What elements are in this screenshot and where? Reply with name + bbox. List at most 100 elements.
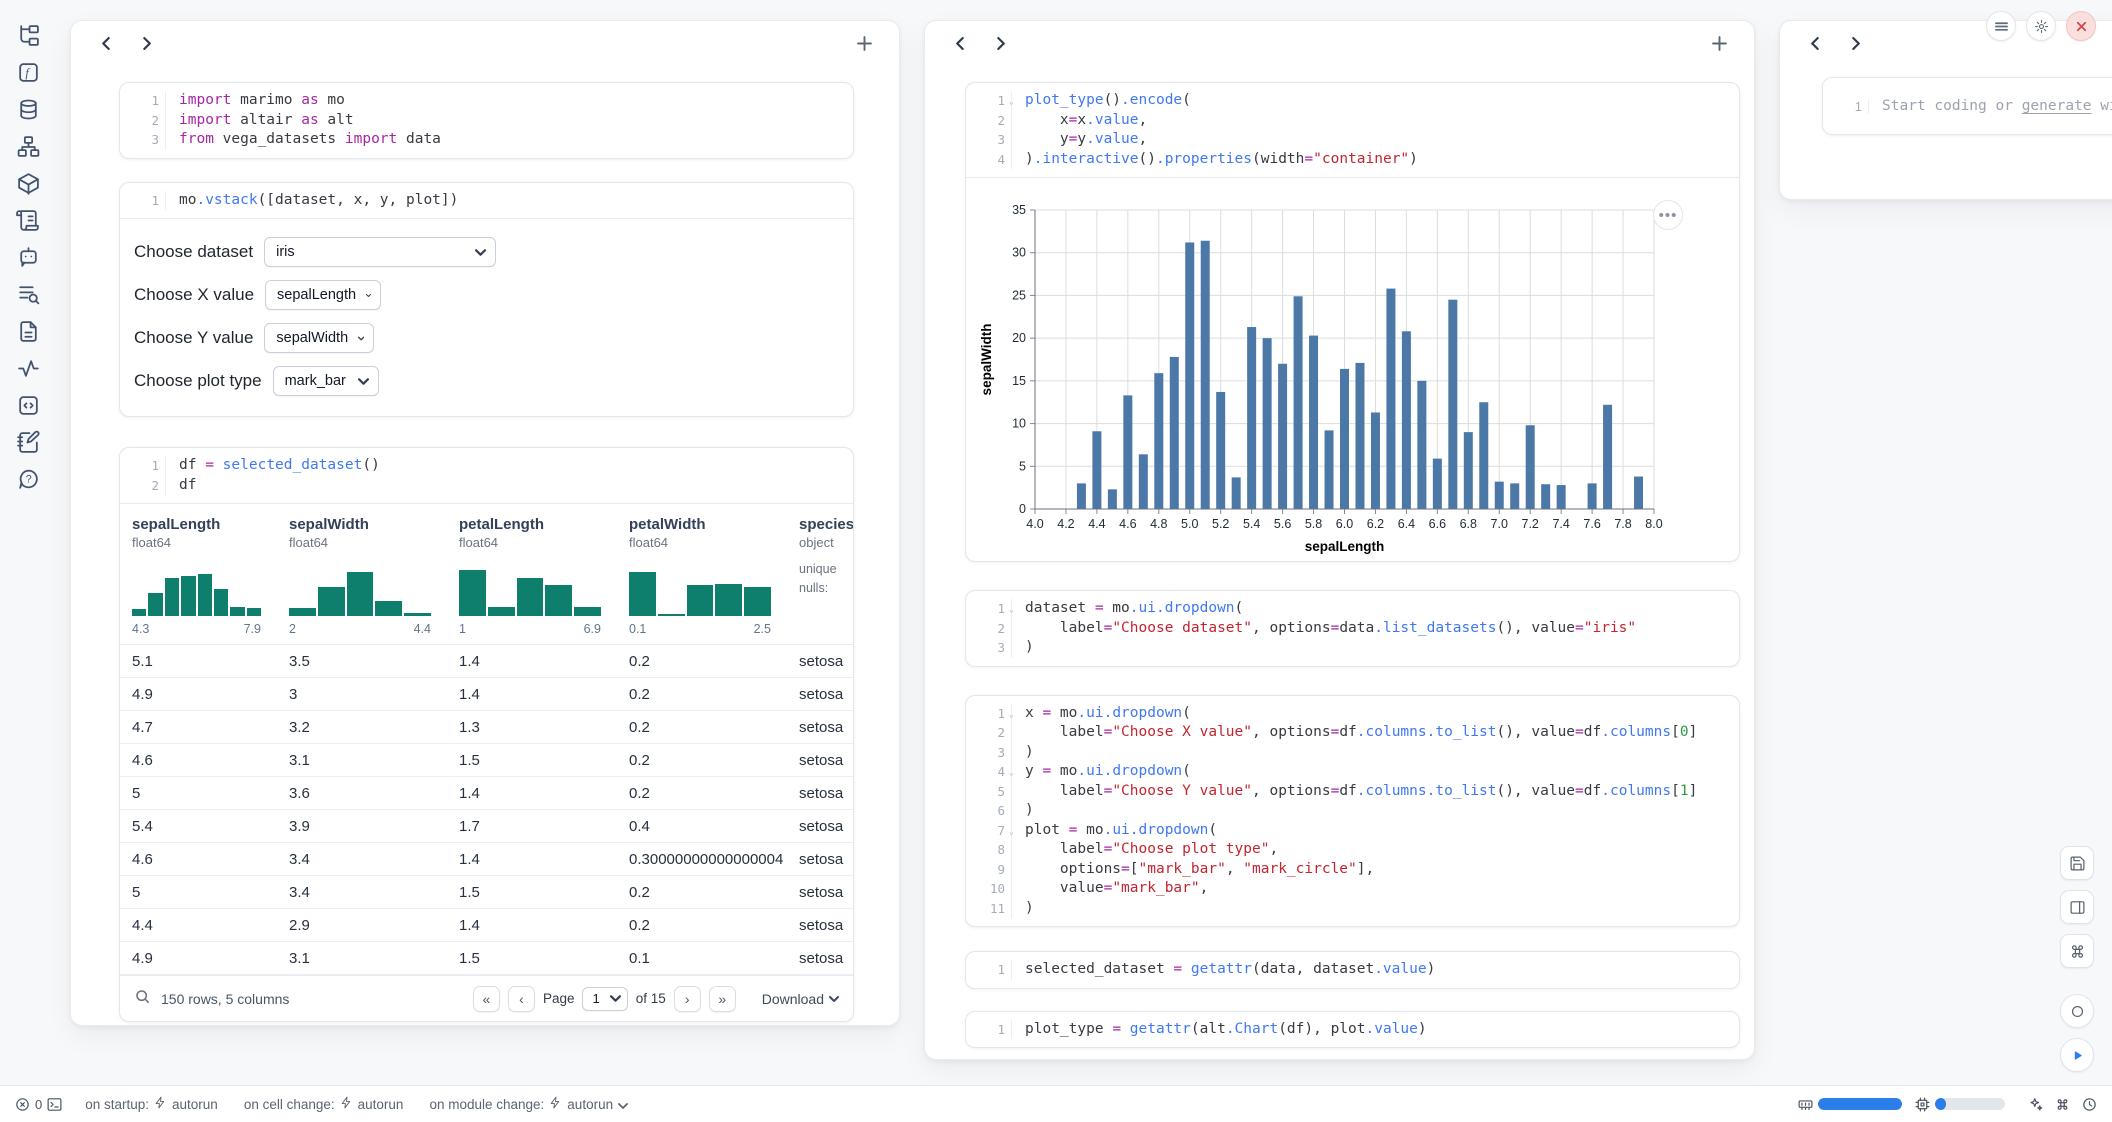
svg-text:4.8: 4.8 bbox=[1150, 517, 1167, 531]
add-column-button[interactable] bbox=[1704, 28, 1734, 58]
svg-text:7.4: 7.4 bbox=[1552, 517, 1569, 531]
table-column-header[interactable]: petalLengthfloat6416.9 bbox=[447, 504, 617, 644]
save-button[interactable] bbox=[2060, 846, 2094, 880]
table-row[interactable]: 53.41.50.2setosa bbox=[120, 876, 854, 909]
table-row[interactable]: 4.93.11.50.1setosa bbox=[120, 942, 854, 975]
dropdown-select[interactable]: sepalLength bbox=[265, 280, 381, 310]
logs-button[interactable] bbox=[11, 207, 45, 233]
tracing-button[interactable] bbox=[11, 355, 45, 381]
runtime-setting[interactable]: on startup:autorun bbox=[85, 1096, 218, 1112]
page-select[interactable]: 1 bbox=[582, 987, 627, 1011]
search-icon[interactable] bbox=[134, 988, 151, 1010]
column-next-button[interactable] bbox=[131, 28, 161, 58]
snippets-button[interactable] bbox=[11, 392, 45, 418]
column-type: object bbox=[799, 535, 854, 550]
cell-plot[interactable]: 1⌄plot_type().encode(2 x=x.value,3 y=y.v… bbox=[965, 82, 1740, 562]
prev-page-button[interactable]: ‹ bbox=[508, 986, 535, 1012]
page-of-label: of 15 bbox=[636, 991, 666, 1006]
notebook-menu-button[interactable] bbox=[1986, 11, 2016, 41]
table-column-header[interactable]: sepalWidthfloat6424.4 bbox=[277, 504, 447, 644]
table-cell: 1.4 bbox=[447, 686, 617, 703]
cell-dataset-dropdown[interactable]: 1⌄dataset = mo.ui.dropdown(2 label="Choo… bbox=[965, 590, 1740, 667]
cpu-usage-bar[interactable] bbox=[1935, 1098, 2005, 1110]
column-prev-button[interactable] bbox=[1800, 28, 1830, 58]
table-row[interactable]: 4.73.21.30.2setosa bbox=[120, 711, 854, 744]
dependency-graph-button[interactable] bbox=[11, 133, 45, 159]
column-histogram bbox=[132, 564, 261, 616]
ai-chat-button[interactable] bbox=[11, 244, 45, 270]
list-search-icon bbox=[16, 282, 41, 307]
first-page-button[interactable]: « bbox=[473, 986, 500, 1012]
shortcuts-button[interactable] bbox=[2054, 1096, 2071, 1113]
new-cell-editor[interactable]: 1 Start coding or generate with AI. bbox=[1822, 77, 2112, 135]
dropdown-select[interactable]: iris bbox=[264, 237, 496, 267]
column-next-button[interactable] bbox=[985, 28, 1015, 58]
help-button[interactable]: ? bbox=[11, 466, 45, 492]
last-page-button[interactable]: » bbox=[709, 986, 736, 1012]
cell-imports[interactable]: 1import marimo as mo2import altair as al… bbox=[119, 82, 854, 159]
table-cell: 0.4 bbox=[617, 818, 787, 835]
code-line: 3) bbox=[966, 743, 1739, 763]
cell-plot-type[interactable]: 1plot_type = getattr(alt.Chart(df), plot… bbox=[965, 1011, 1740, 1049]
cell-vstack[interactable]: 1mo.vstack([dataset, x, y, plot]) Choose… bbox=[119, 182, 854, 418]
svg-text:4.2: 4.2 bbox=[1057, 517, 1074, 531]
runtime-setting[interactable]: on cell change:autorun bbox=[244, 1096, 404, 1112]
memory-usage-bar[interactable] bbox=[1818, 1098, 1902, 1110]
documentation-button[interactable] bbox=[11, 318, 45, 344]
packages-button[interactable] bbox=[11, 170, 45, 196]
settings-button[interactable] bbox=[2026, 11, 2056, 41]
altair-bar-chart[interactable]: 4.04.24.44.64.85.05.25.45.65.86.06.26.46… bbox=[966, 182, 1739, 559]
table-row[interactable]: 5.43.91.70.4setosa bbox=[120, 810, 854, 843]
column-prev-button[interactable] bbox=[91, 28, 121, 58]
table-row[interactable]: 4.63.41.40.30000000000000004setosa bbox=[120, 843, 854, 876]
document-icon bbox=[16, 319, 41, 344]
download-button[interactable]: Download bbox=[762, 991, 839, 1007]
table-row[interactable]: 4.42.91.40.2setosa bbox=[120, 909, 854, 942]
keyboard-shortcuts-button[interactable] bbox=[2060, 934, 2094, 968]
snippets-icon bbox=[16, 393, 41, 418]
memory-icon bbox=[1797, 1096, 1814, 1113]
column-next-button[interactable] bbox=[1840, 28, 1870, 58]
cell-xy-plot-dropdowns[interactable]: 1⌄x = mo.ui.dropdown(2 label="Choose X v… bbox=[965, 695, 1740, 928]
dropdown-select[interactable]: sepalWidth bbox=[264, 323, 374, 353]
functions-button[interactable]: f bbox=[11, 59, 45, 85]
generate-link[interactable]: generate bbox=[2022, 98, 2092, 114]
table-cell: 5 bbox=[120, 884, 277, 901]
column-prev-button[interactable] bbox=[945, 28, 975, 58]
datasources-button[interactable] bbox=[11, 96, 45, 122]
table-row[interactable]: 5.13.51.40.2setosa bbox=[120, 645, 854, 678]
dropdown-select[interactable]: mark_bar bbox=[273, 366, 379, 396]
cell-output: sepalLengthfloat644.37.9sepalWidthfloat6… bbox=[120, 503, 853, 1021]
table-row[interactable]: 53.61.40.2setosa bbox=[120, 777, 854, 810]
terminal-toggle[interactable] bbox=[46, 1096, 63, 1113]
cell-selected-dataset[interactable]: 1selected_dataset = getattr(data, datase… bbox=[965, 951, 1740, 989]
outline-search-button[interactable] bbox=[11, 281, 45, 307]
column-name: species bbox=[799, 516, 854, 533]
cell-dataframe[interactable]: 1df = selected_dataset()2df sepalLengthf… bbox=[119, 447, 854, 1022]
table-column-header[interactable]: sepalLengthfloat644.37.9 bbox=[120, 504, 277, 644]
dropdown-label: Choose plot type bbox=[134, 371, 262, 391]
runtime-setting[interactable]: on module change:autorun bbox=[429, 1096, 628, 1112]
svg-text:6.6: 6.6 bbox=[1429, 517, 1446, 531]
shutdown-button[interactable] bbox=[2066, 11, 2096, 41]
table-cell: 3.4 bbox=[277, 851, 447, 868]
table-column-header[interactable]: speciesobjectuniquenulls: bbox=[787, 504, 854, 644]
table-column-header[interactable]: petalWidthfloat640.12.5 bbox=[617, 504, 787, 644]
column-header bbox=[71, 21, 899, 65]
ai-settings-button[interactable] bbox=[2027, 1096, 2044, 1113]
history-button[interactable] bbox=[2081, 1096, 2098, 1113]
chart-menu-button[interactable]: ••• bbox=[1653, 200, 1683, 230]
file-explorer-button[interactable] bbox=[11, 22, 45, 48]
svg-text:sepalWidth: sepalWidth bbox=[979, 324, 994, 396]
table-row[interactable]: 4.931.40.2setosa bbox=[120, 678, 854, 711]
next-page-button[interactable]: › bbox=[674, 986, 701, 1012]
panel-layout-button[interactable] bbox=[2060, 890, 2094, 924]
scratchpad-button[interactable] bbox=[11, 429, 45, 455]
errors-indicator[interactable] bbox=[14, 1096, 31, 1113]
minimap-button[interactable] bbox=[2060, 994, 2094, 1028]
table-row[interactable]: 4.63.11.50.2setosa bbox=[120, 744, 854, 777]
add-column-button[interactable] bbox=[849, 28, 879, 58]
table-cell: setosa bbox=[787, 686, 854, 703]
run-notebook-button[interactable] bbox=[2060, 1038, 2094, 1072]
control-row: Choose datasetiris bbox=[134, 237, 839, 267]
